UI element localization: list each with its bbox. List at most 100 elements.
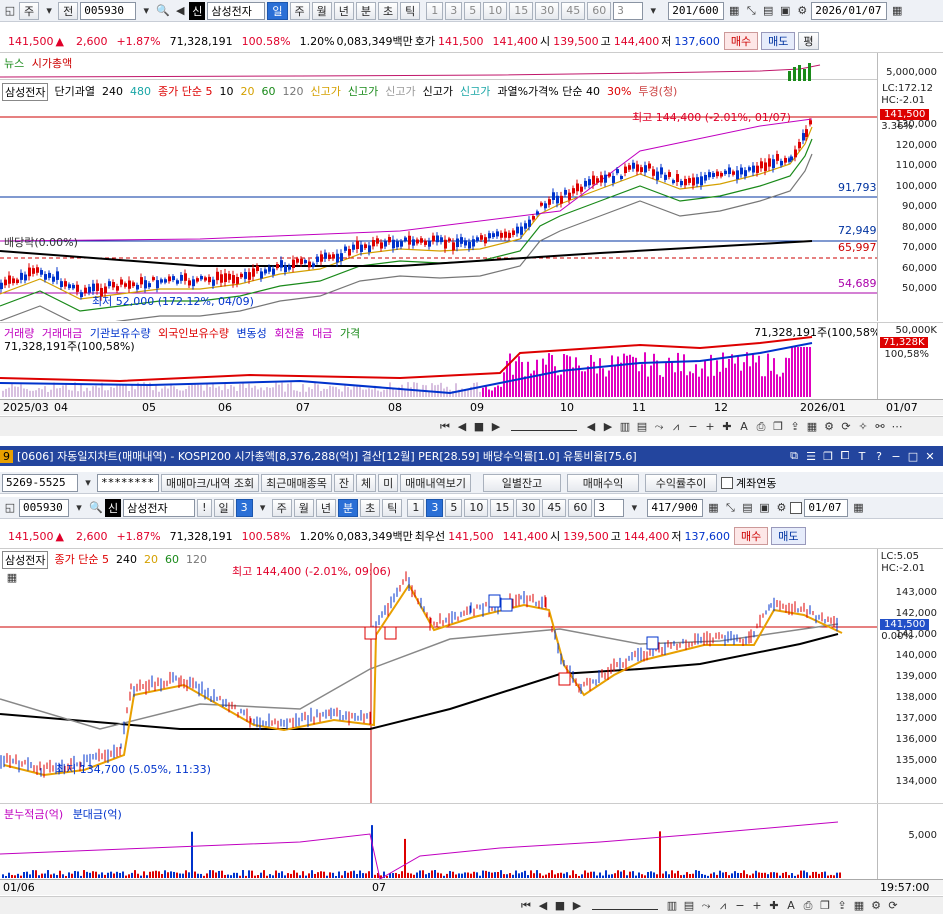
chart-type-icon[interactable]: ▦ [726, 3, 742, 19]
unexecuted-button[interactable]: 미 [378, 473, 399, 492]
num-60[interactable]: 60 [587, 1, 612, 20]
bottom-period-day[interactable]: 일 [213, 498, 234, 517]
b-layout-icon[interactable]: ▦ [851, 898, 867, 914]
bottom-num-input[interactable]: 3 [594, 498, 625, 517]
bottom-period-minute[interactable]: 분 [338, 498, 359, 517]
daily-balance-button[interactable]: 일별잔고 [483, 473, 562, 492]
search-icon[interactable]: 🔍 [155, 3, 171, 19]
copy-icon[interactable]: ❐ [770, 419, 786, 435]
b-next-icon[interactable]: ▶ [569, 898, 585, 914]
link-icon[interactable]: ⧉ [786, 448, 802, 464]
bottom-period-num[interactable]: 3 [235, 498, 253, 517]
period-second[interactable]: 초 [378, 1, 399, 20]
password-input[interactable]: ******** [97, 473, 159, 492]
gear-icon[interactable]: ⚙ [794, 3, 810, 19]
calendar-icon[interactable]: ▦ [850, 500, 866, 516]
zoom-out-icon[interactable]: − [685, 419, 701, 435]
count-input[interactable]: 201/600 [668, 1, 725, 20]
window-icon[interactable]: ◱ [2, 3, 18, 19]
draw-tool-icon[interactable]: ⤡ [743, 3, 759, 19]
period-month[interactable]: 월 [311, 1, 332, 20]
b-buy-button[interactable]: 매수 [734, 527, 769, 545]
speaker-icon[interactable]: ◀ [172, 3, 188, 19]
dropdown-arrow-icon[interactable]: ▾ [138, 3, 154, 19]
bottom-num-3[interactable]: 3 [426, 498, 444, 517]
export-icon[interactable]: ⇪ [787, 419, 803, 435]
bottom-period-tick[interactable]: 틱 [382, 498, 403, 517]
b-line-icon[interactable]: ⤳ [698, 898, 714, 914]
bottom-volume-chart[interactable] [0, 804, 877, 880]
period-day[interactable]: 일 [267, 1, 288, 20]
period-tick[interactable]: 틱 [400, 1, 421, 20]
settings-icon[interactable]: ⚙ [821, 419, 837, 435]
bottom-period-week[interactable]: 주 [271, 498, 292, 517]
scroll-right-icon[interactable]: ▶ [600, 419, 616, 435]
trade-profit-button[interactable]: 매매수익 [567, 473, 640, 492]
account-link-checkbox[interactable] [721, 476, 734, 489]
compare-icon[interactable]: ▤ [760, 3, 776, 19]
b-zoom-out-icon[interactable]: − [732, 898, 748, 914]
save-icon[interactable]: ▣ [777, 3, 793, 19]
bottom-period-second[interactable]: 초 [360, 498, 381, 517]
more-icon[interactable]: ⋯ [889, 419, 905, 435]
dropdown-arrow-icon[interactable]: ▾ [255, 500, 271, 516]
search-icon[interactable]: 🔍 [88, 500, 104, 516]
b-stop-icon[interactable]: ■ [552, 898, 568, 914]
alert-button[interactable]: ! [197, 498, 212, 517]
bottom-code-input[interactable]: 005930 [19, 498, 69, 517]
next-icon[interactable]: ▶ [488, 419, 504, 435]
prev-icon[interactable]: ◀ [454, 419, 470, 435]
b-copy-icon[interactable]: ❐ [817, 898, 833, 914]
candle-icon[interactable]: ▥ [617, 419, 633, 435]
dropdown-arrow-icon[interactable]: ▾ [80, 475, 96, 491]
trade-history-button[interactable]: 매매내역보기 [400, 473, 472, 492]
print-icon[interactable]: ⎙ [753, 419, 769, 435]
zoom-slider[interactable] [511, 423, 577, 431]
draw-tool-icon[interactable]: ⤡ [722, 500, 738, 516]
period-minute[interactable]: 분 [355, 1, 376, 20]
chart-type-icon[interactable]: ▦ [705, 500, 721, 516]
b-candle-icon[interactable]: ▥ [664, 898, 680, 914]
bottom-num-15[interactable]: 15 [490, 498, 515, 517]
gear-icon[interactable]: ⚙ [773, 500, 789, 516]
num-10[interactable]: 10 [483, 1, 508, 20]
compare-icon[interactable]: ▤ [739, 500, 755, 516]
window-icon[interactable]: ◱ [2, 500, 18, 516]
b-mountain-icon[interactable]: ⩘ [715, 898, 731, 914]
bottom-num-30[interactable]: 30 [516, 498, 541, 517]
period-year[interactable]: 년 [333, 1, 354, 20]
bottom-count-input[interactable]: 417/900 [647, 498, 704, 517]
text-tool-icon[interactable]: A [736, 419, 752, 435]
pin-icon[interactable]: ✧ [855, 419, 871, 435]
dropdown-arrow-icon[interactable]: ▾ [645, 3, 661, 19]
b-bar-icon[interactable]: ▤ [681, 898, 697, 914]
stop-icon[interactable]: ■ [471, 419, 487, 435]
close-icon[interactable]: ✕ [922, 448, 938, 464]
account-input[interactable]: 5269-5525 [2, 473, 78, 492]
recent-trade-button[interactable]: 최근매매종목 [261, 473, 332, 492]
period-week[interactable]: 주 [289, 1, 310, 20]
sell-button[interactable]: 매도 [761, 32, 796, 50]
num-5[interactable]: 5 [464, 1, 482, 20]
dropdown-arrow-icon[interactable]: ▾ [71, 500, 87, 516]
num-30[interactable]: 30 [535, 1, 560, 20]
line-icon[interactable]: ⤳ [651, 419, 667, 435]
num-3[interactable]: 3 [445, 1, 463, 20]
top-volume-chart[interactable] [0, 323, 877, 399]
trade-mark-button[interactable]: 매매마크/내역 조회 [161, 473, 260, 492]
b-export-icon[interactable]: ⇪ [834, 898, 850, 914]
crosshair-icon[interactable]: ✚ [719, 419, 735, 435]
market-select[interactable]: 전 [58, 1, 79, 20]
bottom-num-5[interactable]: 5 [445, 498, 463, 517]
b-sell-button[interactable]: 매도 [771, 527, 806, 545]
b-prev-icon[interactable]: ◀ [535, 898, 551, 914]
num-15[interactable]: 15 [509, 1, 534, 20]
b-text-tool-icon[interactable]: A [783, 898, 799, 914]
b-zoom-slider[interactable] [592, 902, 658, 910]
mode-select[interactable]: 주 [19, 1, 40, 20]
b-settings-icon[interactable]: ⚙ [868, 898, 884, 914]
date-input[interactable]: 2026/01/07 [811, 1, 888, 20]
calendar-icon[interactable]: ▦ [889, 3, 905, 19]
buy-button[interactable]: 매수 [723, 32, 759, 50]
snap-icon[interactable]: ⧠ [837, 448, 853, 464]
